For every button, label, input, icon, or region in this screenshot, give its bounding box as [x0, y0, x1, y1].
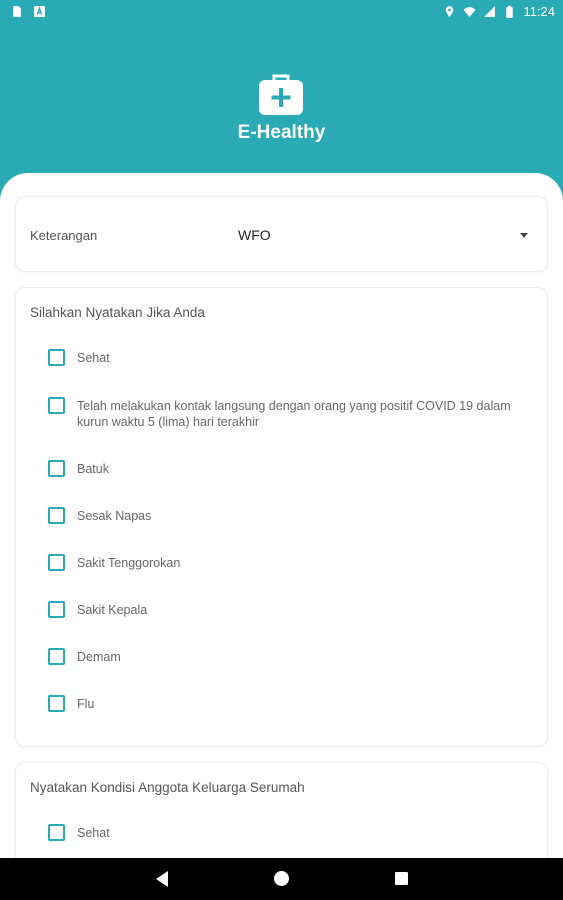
checkbox[interactable] [48, 824, 65, 841]
symptoms-section-title: Silahkan Nyatakan Jika Anda [30, 305, 205, 320]
checkbox[interactable] [48, 695, 65, 712]
checkbox[interactable] [48, 554, 65, 571]
checkbox-label: Sehat [77, 351, 110, 365]
checkbox[interactable] [48, 601, 65, 618]
location-icon [446, 6, 454, 17]
system-nav-bar [0, 858, 563, 900]
app-header: E-Healthy [0, 24, 563, 184]
app-title: E-Healthy [237, 122, 326, 143]
checkbox-label: Sakit Kepala [77, 603, 148, 617]
checkbox-row-demam[interactable]: Demam [48, 648, 543, 665]
checkbox-label: Batuk [77, 462, 109, 476]
checkbox[interactable] [48, 648, 65, 665]
checkbox-label: Flu [77, 697, 95, 711]
checkbox-label: Sakit Tenggorokan [77, 556, 181, 570]
keterangan-dropdown[interactable]: WFO [238, 225, 528, 247]
signal-icon [484, 6, 496, 17]
status-bar: 11:24 [0, 0, 563, 24]
home-icon[interactable] [274, 871, 289, 886]
checkbox-row-batuk[interactable]: Batuk [48, 460, 543, 477]
checkbox-label: Demam [77, 650, 121, 664]
dropdown-arrow-icon [520, 233, 528, 238]
checkbox-label: Telah melakukan kontak langsung dengan o… [77, 399, 511, 429]
checkbox-row-sehat[interactable]: Sehat [48, 349, 543, 366]
checkbox-label: Sehat [77, 826, 110, 840]
keterangan-card: Keterangan WFO [15, 196, 548, 272]
checkbox[interactable] [48, 507, 65, 524]
checkbox-row-kontak-covid[interactable]: Telah melakukan kontak langsung dengan o… [48, 397, 543, 430]
status-time: 11:24 [523, 4, 555, 19]
keterangan-selected-value: WFO [238, 227, 271, 243]
checkbox[interactable] [48, 397, 65, 414]
checkbox-row-sakit-kepala[interactable]: Sakit Kepala [48, 601, 543, 618]
checkbox-label: Sesak Napas [77, 509, 152, 523]
checkbox-row-sesak-napas[interactable]: Sesak Napas [48, 507, 543, 524]
checkbox-row-family-sehat[interactable]: Sehat [48, 824, 543, 841]
checkbox[interactable] [48, 349, 65, 366]
recents-icon[interactable] [395, 872, 408, 885]
medical-kit-icon [259, 74, 303, 115]
checkbox[interactable] [48, 460, 65, 477]
family-section-title: Nyatakan Kondisi Anggota Keluarga Seruma… [30, 780, 305, 795]
battery-icon [506, 5, 514, 18]
keterangan-label: Keterangan [30, 228, 98, 243]
wifi-icon [463, 7, 476, 17]
family-card: Nyatakan Kondisi Anggota Keluarga Seruma… [15, 762, 548, 858]
sim-card-icon [13, 6, 21, 17]
app-a-icon [34, 6, 45, 17]
back-icon[interactable] [156, 871, 168, 887]
symptoms-card: Silahkan Nyatakan Jika Anda Sehat Telah … [15, 287, 548, 747]
checkbox-row-sakit-tenggorokan[interactable]: Sakit Tenggorokan [48, 554, 543, 571]
form-sheet: Keterangan WFO Silahkan Nyatakan Jika An… [0, 173, 563, 858]
checkbox-row-flu[interactable]: Flu [48, 695, 543, 712]
